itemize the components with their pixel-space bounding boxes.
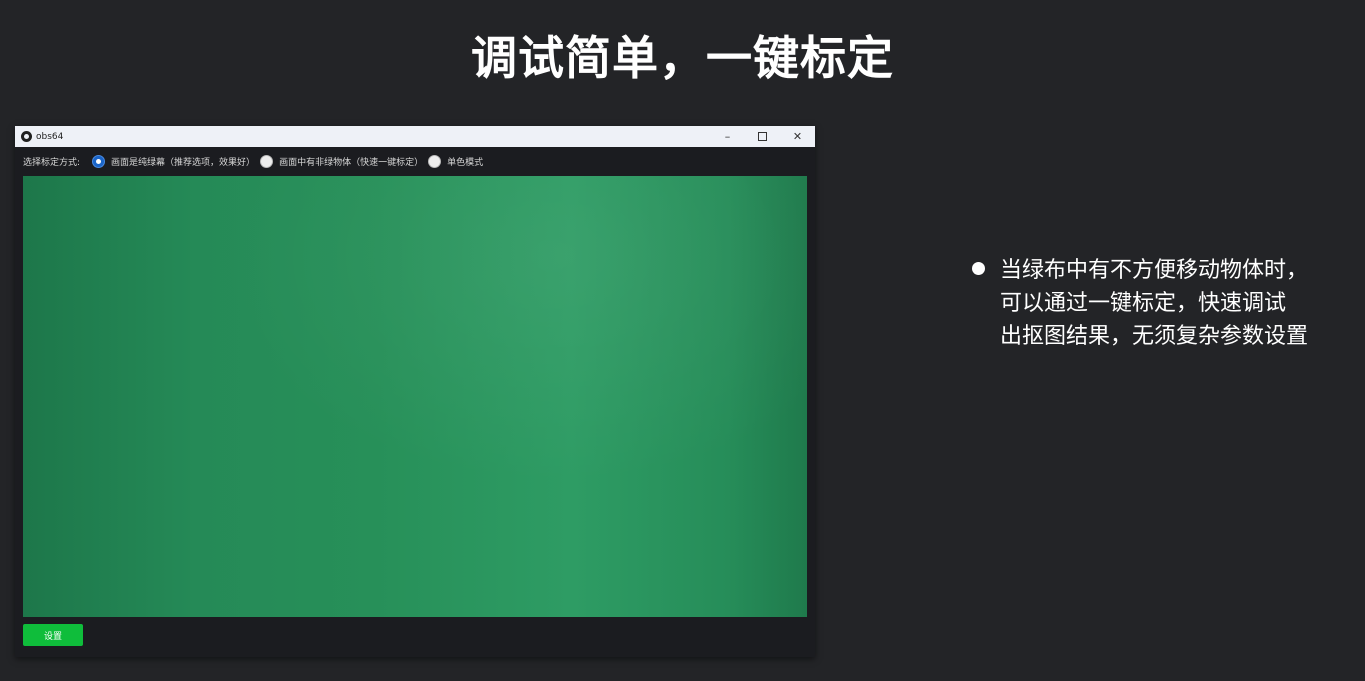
maximize-button[interactable] — [745, 126, 780, 147]
bullet-line: 出抠图结果，无须复杂参数设置 — [1000, 324, 1309, 349]
obs-window: obs64 – ✕ 选择标定方式: 画面是纯绿幕（推荐选项，效果好） 画面中有非… — [15, 126, 815, 657]
bullet-line: 可以通过一键标定，快速调试 — [1000, 291, 1287, 316]
bullet-dot-icon — [972, 262, 985, 275]
minimize-icon: – — [724, 130, 731, 143]
green-screen-preview[interactable] — [23, 176, 807, 617]
radio-non-green-objects[interactable] — [260, 155, 274, 168]
option-pure-green-label: 画面是纯绿幕（推荐选项，效果好） — [111, 158, 256, 168]
maximize-icon — [758, 132, 767, 141]
option-pure-green[interactable]: 画面是纯绿幕（推荐选项，效果好） — [92, 155, 255, 168]
window-titlebar[interactable]: obs64 – ✕ — [15, 126, 815, 147]
close-icon: ✕ — [792, 130, 803, 143]
bullet-line: 当绿布中有不方便移动物体时， — [1000, 258, 1309, 283]
bullet-text: 当绿布中有不方便移动物体时， 可以通过一键标定，快速调试 出抠图结果，无须复杂参… — [1000, 254, 1308, 353]
option-non-green-objects-label: 画面中有非绿物体（快速一键标定） — [279, 158, 424, 168]
slide: 调试简单，一键标定 obs64 – ✕ 选择标定方式: 画面是纯绿幕（推荐选项，… — [0, 0, 1365, 681]
radio-pure-green[interactable] — [92, 155, 106, 168]
settings-button[interactable]: 设置 — [23, 624, 83, 646]
window-controls: – ✕ — [710, 126, 815, 147]
radio-single-color[interactable] — [428, 155, 442, 168]
bullet-point: 当绿布中有不方便移动物体时， 可以通过一键标定，快速调试 出抠图结果，无须复杂参… — [972, 254, 1308, 353]
calibration-label: 选择标定方式: — [23, 158, 81, 168]
option-single-color-label: 单色模式 — [447, 158, 484, 168]
option-non-green-objects[interactable]: 画面中有非绿物体（快速一键标定） — [260, 155, 423, 168]
slide-title: 调试简单，一键标定 — [471, 31, 894, 85]
close-button[interactable]: ✕ — [780, 126, 815, 147]
window-title: obs64 — [36, 131, 64, 142]
calibration-options: 选择标定方式: 画面是纯绿幕（推荐选项，效果好） 画面中有非绿物体（快速一键标定… — [15, 147, 815, 176]
minimize-button[interactable]: – — [710, 126, 745, 147]
option-single-color[interactable]: 单色模式 — [428, 155, 483, 168]
obs-logo-icon — [21, 131, 32, 142]
